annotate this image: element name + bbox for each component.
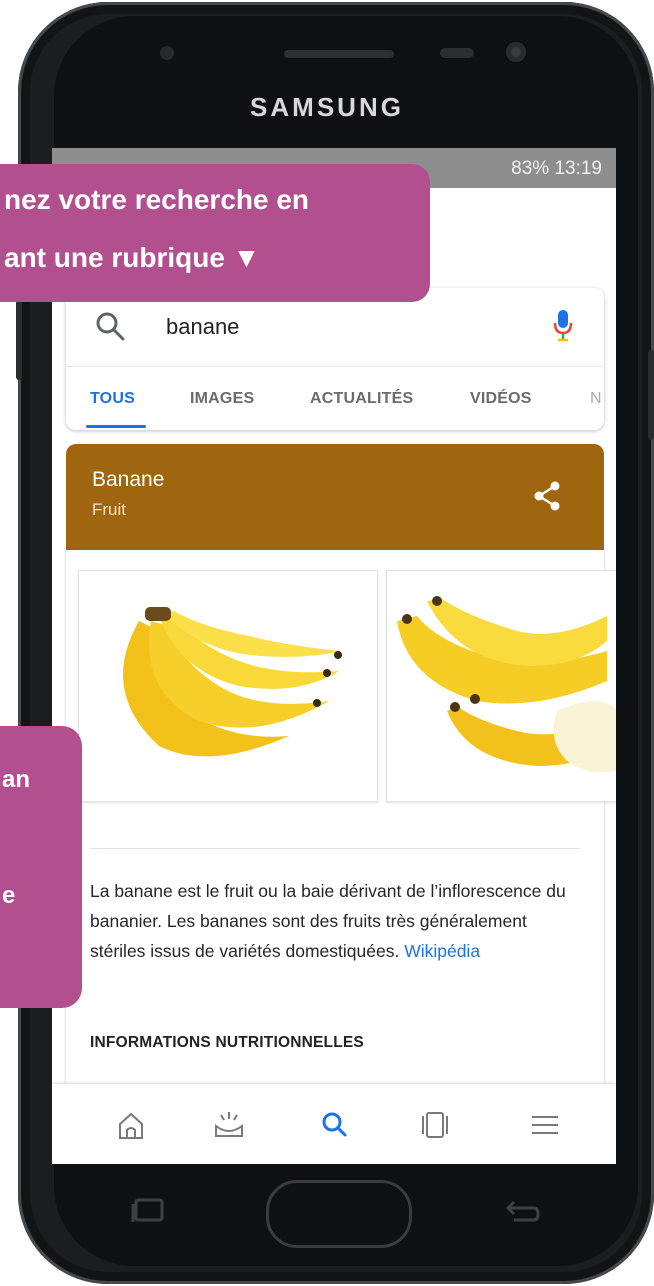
wikipedia-link[interactable]: Wikipédia <box>404 941 480 961</box>
kp-title: Banane <box>92 468 165 491</box>
callout-top-line1: nez votre recherche en <box>4 184 310 215</box>
tab-tous[interactable]: TOUS <box>90 390 135 408</box>
image-card-2[interactable] <box>386 570 616 802</box>
search-tabs: TOUS IMAGES ACTUALITÉS VIDÉOS N <box>66 368 604 430</box>
back-button[interactable] <box>500 1196 540 1226</box>
search-icon[interactable] <box>94 310 126 342</box>
menu-icon[interactable] <box>528 1108 562 1142</box>
callout-top: nez votre recherche en ant une rubrique … <box>0 164 430 302</box>
tab-images[interactable]: IMAGES <box>190 390 254 408</box>
banana-bunch-image <box>123 607 342 757</box>
share-icon[interactable] <box>532 480 562 512</box>
tab-videos[interactable]: VIDÉOS <box>470 390 532 408</box>
callout-top-line2: ant une rubrique ▼ <box>4 242 261 273</box>
section-divider <box>90 848 580 849</box>
nutrition-heading[interactable]: INFORMATIONS NUTRITIONNELLES <box>90 1034 364 1052</box>
search-nav-icon[interactable] <box>318 1108 352 1142</box>
search-input[interactable]: banane <box>166 314 239 340</box>
home-button[interactable] <box>266 1180 412 1248</box>
power-button <box>648 350 654 440</box>
speaker-grille <box>284 50 394 58</box>
bottom-nav <box>52 1084 616 1164</box>
tab-more[interactable]: N <box>590 390 602 408</box>
home-icon[interactable] <box>114 1108 148 1142</box>
knowledge-panel-body: La banane est le fruit ou la baie dériva… <box>66 550 616 1164</box>
proximity-sensor <box>440 48 474 58</box>
brand-logo: SAMSUNG <box>250 92 404 122</box>
tab-actualites[interactable]: ACTUALITÉS <box>310 390 413 408</box>
kp-subtitle: Fruit <box>92 500 126 519</box>
tabs-icon[interactable] <box>418 1108 452 1142</box>
description-text: La banane est le fruit ou la baie dériva… <box>90 881 566 961</box>
knowledge-panel-header: Banane Fruit <box>66 444 604 550</box>
camera-dot <box>160 46 174 60</box>
active-tab-indicator <box>86 425 146 428</box>
front-camera <box>506 42 526 62</box>
callout-left: an e <box>0 726 82 1008</box>
search-card: banane TOUS IMAGES ACTUALITÉS VIDÉOS N <box>66 288 604 430</box>
recent-apps-button[interactable] <box>130 1198 166 1224</box>
kp-description: La banane est le fruit ou la baie dériva… <box>90 876 584 966</box>
volume-button <box>16 300 22 380</box>
status-text: 83% 13:19 <box>511 158 602 179</box>
image-card-1[interactable] <box>78 570 378 802</box>
callout-left-line1: an <box>2 766 31 793</box>
microphone-icon[interactable] <box>552 308 574 344</box>
callout-left-line2: e <box>2 882 16 909</box>
updates-icon[interactable] <box>212 1108 246 1142</box>
bananas-peeled-image <box>397 596 616 773</box>
